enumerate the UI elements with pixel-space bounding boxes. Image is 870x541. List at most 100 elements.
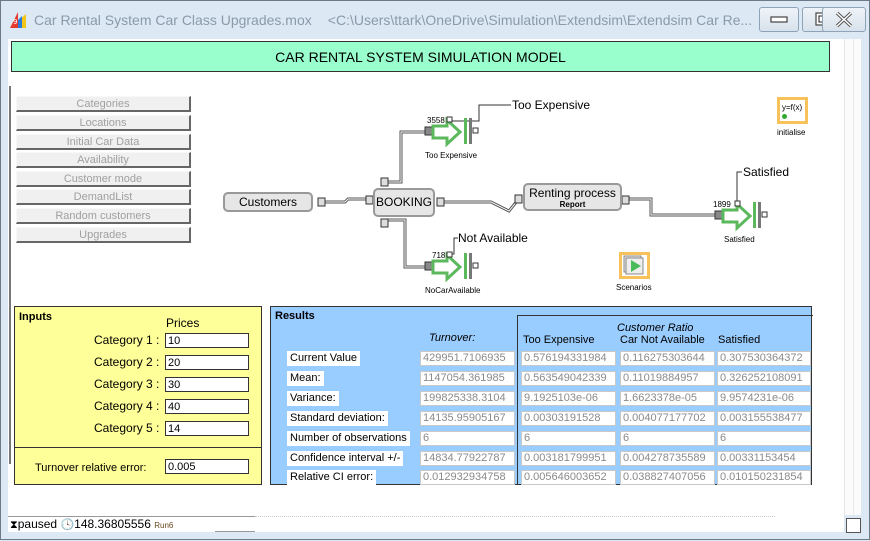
too-expensive-value-variance[interactable]: 9.1925103e-06 [521, 391, 616, 406]
renting-process-label: Renting process [529, 186, 616, 200]
booking-block[interactable]: BOOKING [373, 188, 435, 217]
category-1-price-input[interactable] [165, 333, 249, 348]
customers-block[interactable]: Customers [223, 192, 313, 212]
play-icon [623, 255, 644, 275]
car-not-available-value-confidence-interval[interactable]: 0.004278735589 [620, 451, 715, 466]
port-booking-out-bottom [380, 218, 389, 228]
car-not-available-value-variance[interactable]: 1.6623378e-05 [620, 391, 715, 406]
model-title-banner: CAR RENTAL SYSTEM SIMULATION MODEL [11, 41, 830, 72]
status-segment [215, 516, 255, 532]
satisfied-value-standard-deviation[interactable]: 0.003155538477 [717, 411, 811, 426]
turnover-value-relative-ci-error[interactable]: 0.012932934758 [420, 470, 515, 485]
car-not-available-value-current-value[interactable]: 0.116275303644 [620, 351, 715, 366]
scenarios-block[interactable] [619, 252, 650, 279]
prices-header: Prices [166, 316, 200, 330]
row-label-current-value: Current Value [287, 351, 361, 366]
row-label-number-of-observations: Number of observations [287, 431, 410, 446]
row-label-standard-deviation: Standard deviation: [287, 411, 388, 426]
scrollbar-track [853, 39, 854, 515]
too-expensive-value-mean[interactable]: 0.563549042339 [521, 371, 616, 386]
hourglass-icon: ⧗ [10, 519, 18, 531]
satisfied-value-mean[interactable]: 0.326252108091 [717, 371, 811, 386]
renting-process-report-label: Report [559, 200, 586, 209]
nav-button-upgrades[interactable]: Upgrades [16, 227, 191, 243]
equation-block[interactable]: y=f(x) [777, 97, 808, 124]
nav-button-initial-car-data[interactable]: Initial Car Data [16, 134, 191, 150]
window-title-path: <C:\Users\ttark\OneDrive\Simulation\Exte… [327, 12, 753, 28]
too-expensive-tag: Too Expensive [512, 98, 591, 112]
turnover-value-current-value[interactable]: 429951.7106935 [420, 351, 515, 366]
category-4-label: Category 4 : [94, 399, 160, 413]
car-not-available-value-mean[interactable]: 0.11019884957 [620, 371, 715, 386]
vertical-scrollbar[interactable] [844, 39, 861, 515]
title-bar: 9 Car Rental System Car Class Upgrades.m… [1, 1, 869, 37]
minimize-button[interactable] [759, 7, 799, 32]
category-3-price-input[interactable] [165, 377, 249, 392]
port-renting-out [621, 195, 630, 205]
too-expensive-value-current-value[interactable]: 0.576194331984 [521, 351, 616, 366]
renting-process-block[interactable]: Renting process Report [523, 183, 622, 211]
too-expensive-value-standard-deviation[interactable]: 0.00303191528 [521, 411, 616, 426]
no-car-available-block-label: NoCarAvailable [425, 286, 481, 295]
category-1-label: Category 1 : [94, 333, 160, 347]
port-booking-in [365, 195, 374, 205]
satisfied-value-confidence-interval[interactable]: 0.00331153454 [717, 451, 811, 466]
too-expensive-value-relative-ci-error[interactable]: 0.005646003652 [521, 470, 616, 485]
nav-button-locations[interactable]: Locations [16, 115, 191, 131]
too-expensive-block-label: Too Expensive [425, 151, 478, 160]
car-not-available-header: Car Not Available [620, 334, 705, 346]
turnover-error-input[interactable] [165, 459, 249, 474]
equation-block-label: initialise [777, 128, 806, 137]
app-window: 9 Car Rental System Car Class Upgrades.m… [0, 0, 870, 540]
turnover-header: Turnover: [429, 332, 476, 344]
satisfied-value-number-of-observations[interactable]: 6 [717, 431, 811, 446]
extendsim-app-icon: 9 [10, 12, 26, 28]
category-2-price-input[interactable] [165, 355, 249, 370]
category-5-price-input[interactable] [165, 421, 249, 436]
nav-button-categories[interactable]: Categories [16, 96, 191, 112]
horizontal-scrollbar[interactable] [255, 516, 775, 532]
car-not-available-value-standard-deviation[interactable]: 0.004077177702 [620, 411, 715, 426]
satisfied-count: 1899 [713, 200, 731, 209]
booking-block-label: BOOKING [375, 195, 432, 209]
window-title-file: Car Rental System Car Class Upgrades.mox [34, 12, 312, 28]
turnover-value-mean[interactable]: 1147054.361985 [420, 371, 515, 386]
category-3-label: Category 3 : [94, 377, 160, 391]
category-5-label: Category 5 : [94, 421, 160, 435]
port-customers-out [317, 197, 326, 207]
car-not-available-value-number-of-observations[interactable]: 6 [620, 431, 715, 446]
category-4-price-input[interactable] [165, 399, 249, 414]
satisfied-value-variance[interactable]: 9.9574231e-06 [717, 391, 811, 406]
turnover-value-confidence-interval[interactable]: 14834.77922787 [420, 451, 515, 466]
status-bar: ⧗paused 🕓148.36805556 Run6 [8, 516, 844, 532]
canvas-margin-line [9, 86, 11, 464]
car-not-available-value-relative-ci-error[interactable]: 0.038827407056 [620, 470, 715, 485]
nav-button-customer-mode[interactable]: Customer mode [16, 171, 191, 187]
inputs-panel: Inputs Prices Category 1 : Category 2 : … [14, 306, 262, 485]
run-number: Run6 [154, 521, 174, 530]
scenarios-block-label: Scenarios [616, 283, 652, 292]
satisfied-value-relative-ci-error[interactable]: 0.010150231854 [717, 470, 811, 485]
turnover-value-variance[interactable]: 199825338.3104 [420, 391, 515, 406]
nav-button-demandlist[interactable]: DemandList [16, 189, 191, 205]
too-expensive-value-number-of-observations[interactable]: 6 [521, 431, 616, 446]
row-label-confidence-interval: Confidence interval +/- [287, 451, 404, 466]
port-booking-out-top [380, 177, 389, 187]
equation-text: y=f(x) [782, 103, 803, 112]
category-2-label: Category 2 : [94, 355, 160, 369]
too-expensive-value-confidence-interval[interactable]: 0.003181799951 [521, 451, 616, 466]
nav-button-random-customers[interactable]: Random customers [16, 208, 191, 224]
turnover-value-standard-deviation[interactable]: 14135.95905167 [420, 411, 515, 426]
close-icon [835, 11, 853, 28]
svg-text:9: 9 [13, 18, 17, 26]
size-grip[interactable] [846, 518, 861, 533]
close-button[interactable] [822, 7, 866, 32]
satisfied-block-label: Satisfied [724, 235, 755, 244]
results-panel: Results Turnover: Customer Ratio Too Exp… [270, 306, 813, 485]
not-available-tag: Not Available [458, 231, 528, 245]
satisfied-value-current-value[interactable]: 0.307530364372 [717, 351, 811, 366]
turnover-error-label: Turnover relative error: [35, 462, 147, 474]
customers-block-label: Customers [238, 195, 297, 209]
nav-button-availability[interactable]: Availability [16, 152, 191, 168]
turnover-value-number-of-observations[interactable]: 6 [420, 431, 515, 446]
